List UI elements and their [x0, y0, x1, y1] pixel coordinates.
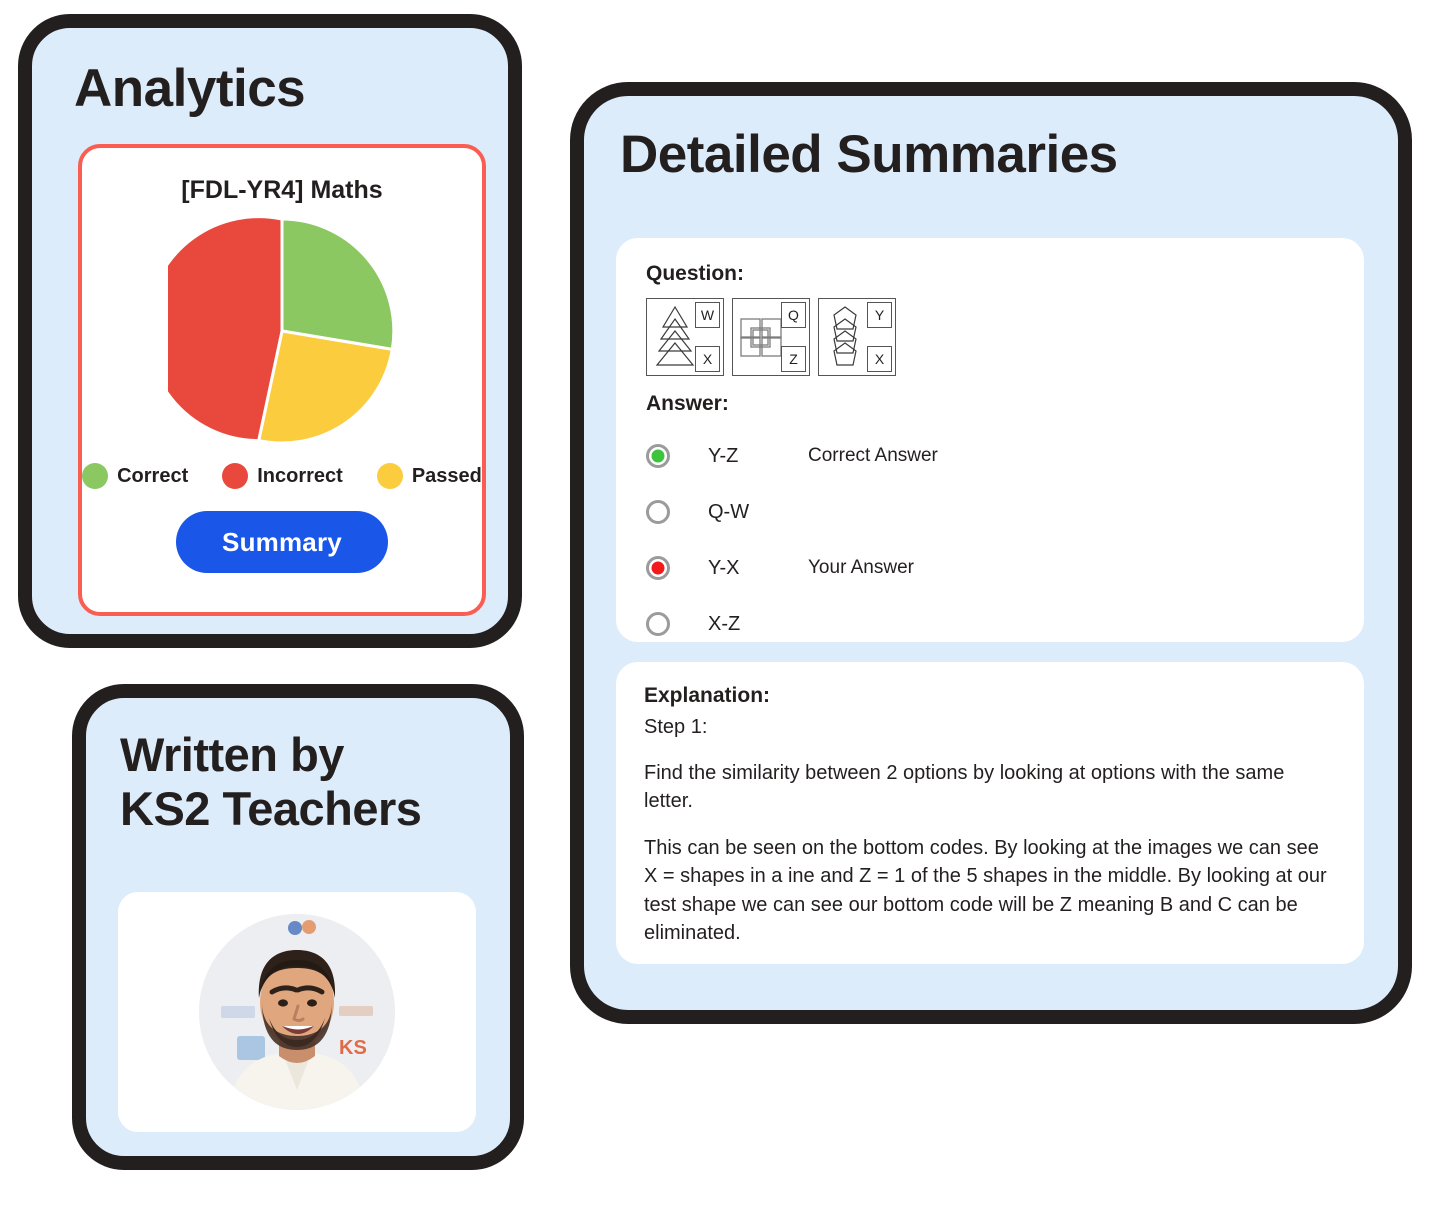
question-figure-3: Y X — [818, 298, 896, 376]
overlapping-squares-icon — [737, 303, 785, 371]
teacher-portrait-illustration: KS — [199, 914, 395, 1110]
pie-chart-svg — [168, 217, 396, 445]
written-by-title-line2: KS2 Teachers — [120, 782, 422, 836]
card-connector-notch — [516, 636, 546, 704]
chart-panel: [FDL-YR4] Maths Correct Incorrect Passed… — [78, 144, 486, 616]
radio-option-2[interactable] — [646, 500, 670, 524]
legend-label-incorrect: Incorrect — [257, 464, 343, 487]
answer-code-2: Q-W — [708, 500, 750, 523]
figure-2-bottom-code: Z — [781, 346, 806, 372]
answer-note-1: Correct Answer — [808, 445, 938, 466]
explanation-paragraph-2: This can be seen on the bottom codes. By… — [644, 836, 1327, 944]
legend-item-correct: Correct — [82, 463, 188, 489]
pentagons-stack-icon — [823, 303, 871, 371]
pie-chart-wrap — [82, 217, 482, 445]
written-by-card: Written by KS2 Teachers KS — [72, 684, 524, 1170]
triangles-stack-icon — [651, 303, 699, 371]
figure-3-top-code: Y — [867, 302, 892, 328]
legend-label-passed: Passed — [411, 464, 482, 487]
legend-item-incorrect: Incorrect — [222, 463, 343, 489]
legend-item-passed: Passed — [376, 463, 482, 489]
legend-dot-incorrect — [222, 463, 249, 489]
question-label: Question: — [646, 262, 744, 285]
figure-1-bottom-code: X — [695, 346, 720, 372]
answer-code-1: Y-Z — [708, 444, 739, 467]
explanation-spacer-1 — [644, 741, 1336, 759]
radio-your-answer[interactable] — [646, 556, 670, 580]
written-by-title-line1: Written by — [120, 728, 344, 781]
answer-label: Answer: — [646, 392, 729, 415]
answer-code-4: X-Z — [708, 612, 741, 635]
written-by-title: Written by KS2 Teachers — [120, 728, 510, 836]
answer-note-3: Your Answer — [808, 557, 914, 578]
radio-correct-answer[interactable] — [646, 444, 670, 468]
radio-option-4[interactable] — [646, 612, 670, 636]
avatar: KS — [199, 914, 395, 1110]
svg-text:KS: KS — [339, 1037, 367, 1059]
detailed-summaries-card: Detailed Summaries Question: W X Q Z Y X… — [570, 82, 1412, 1024]
teacher-photo-panel: KS — [118, 892, 476, 1132]
explanation-label: Explanation: — [644, 684, 771, 707]
pie-slice-correct — [280, 217, 396, 352]
answer-code-3: Y-X — [708, 556, 740, 579]
detailed-summaries-title: Detailed Summaries — [620, 125, 1118, 184]
pie-chart — [168, 217, 396, 445]
explanation-spacer-2 — [644, 816, 1336, 834]
chart-legend: Correct Incorrect Passed — [82, 463, 482, 489]
legend-dot-passed — [376, 463, 403, 489]
analytics-card: Analytics [FDL-YR4] Maths Correct Incorr… — [18, 14, 522, 648]
analytics-title: Analytics — [74, 59, 306, 118]
figure-1-top-code: W — [695, 302, 720, 328]
figure-2-top-code: Q — [781, 302, 806, 328]
answer-option-4[interactable]: X-Z — [646, 596, 1334, 652]
answer-option-2[interactable]: Q-W — [646, 484, 1334, 540]
question-figures: W X Q Z Y X — [646, 298, 1334, 376]
answer-option-3[interactable]: Y-X Your Answer — [646, 540, 1334, 596]
pie-slice-incorrect — [168, 217, 284, 443]
legend-label-correct: Correct — [117, 464, 189, 487]
explanation-panel: Explanation: Step 1: Find the similarity… — [616, 662, 1364, 964]
answer-option-1[interactable]: Y-Z Correct Answer — [646, 428, 1334, 484]
question-answer-panel: Question: W X Q Z Y X Answer: Y-Z Correc… — [616, 238, 1364, 642]
legend-dot-correct — [82, 463, 109, 489]
summary-button[interactable]: Summary — [176, 511, 388, 573]
question-figure-2: Q Z — [732, 298, 810, 376]
chart-heading: [FDL-YR4] Maths — [181, 176, 383, 204]
figure-3-bottom-code: X — [867, 346, 892, 372]
question-figure-1: W X — [646, 298, 724, 376]
explanation-step-label: Step 1: — [644, 716, 708, 738]
explanation-paragraph-1: Find the similarity between 2 options by… — [644, 762, 1285, 813]
